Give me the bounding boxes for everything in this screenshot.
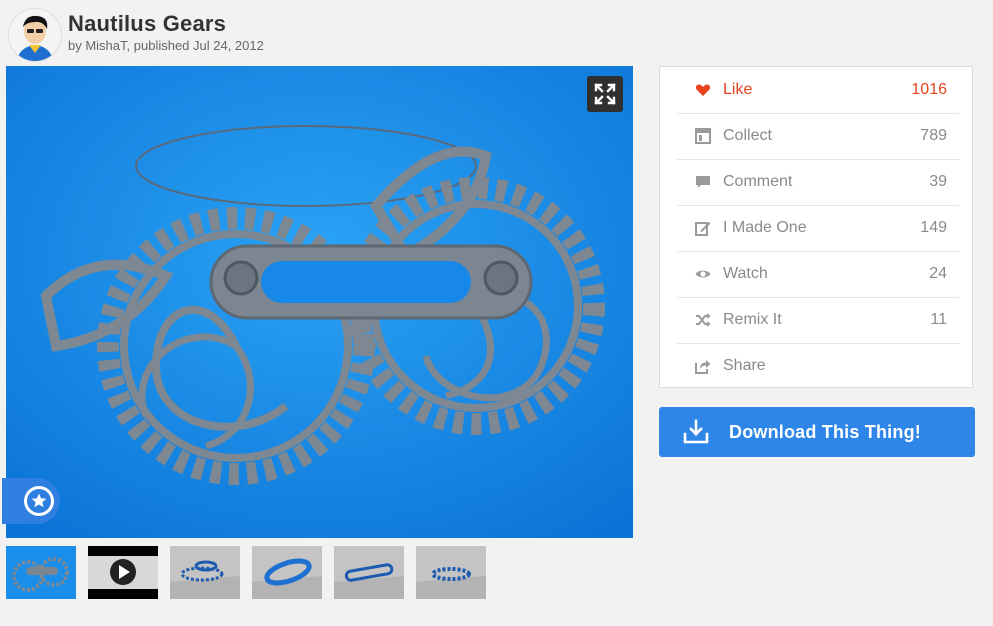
thumbnail-photo[interactable]	[6, 546, 76, 599]
published-date: , published Jul 24, 2012	[126, 38, 264, 53]
like-label: Like	[723, 81, 753, 98]
heart-icon	[695, 84, 711, 96]
thumbnail-strip	[6, 546, 506, 600]
made-one-count: 149	[920, 219, 947, 236]
comment-button[interactable]: Comment 39	[677, 159, 959, 206]
collect-label: Collect	[723, 127, 772, 144]
actions-panel: Like 1016 Collect 789 Comment 39 I Made …	[659, 66, 973, 388]
thing-title: Nautilus Gears	[68, 11, 227, 36]
download-button[interactable]: Download This Thing!	[659, 407, 975, 457]
like-button[interactable]: Like 1016	[677, 67, 959, 114]
like-count: 1016	[911, 81, 947, 98]
thumbnail-render-2[interactable]	[252, 546, 322, 599]
watch-label: Watch	[723, 265, 768, 282]
download-label: Download This Thing!	[729, 422, 921, 442]
share-button[interactable]: Share	[677, 343, 959, 389]
made-one-icon	[695, 222, 711, 236]
remix-label: Remix It	[723, 311, 782, 328]
byline-prefix: by	[68, 38, 86, 53]
collect-button[interactable]: Collect 789	[677, 113, 959, 160]
made-one-label: I Made One	[723, 219, 807, 236]
comment-label: Comment	[723, 173, 793, 190]
author-link[interactable]: MishaT	[85, 38, 126, 53]
avatar[interactable]	[8, 8, 62, 62]
thing-header: Nautilus Gears by MishaT, published Jul …	[8, 6, 608, 62]
collect-floating-button[interactable]	[2, 478, 60, 524]
expand-icon	[594, 83, 616, 105]
thumbnail-render-3[interactable]	[334, 546, 404, 599]
star-icon	[27, 489, 51, 513]
comment-count: 39	[929, 173, 947, 190]
remix-count: 11	[930, 311, 947, 328]
collect-count: 789	[920, 127, 947, 144]
star-badge	[24, 486, 54, 516]
download-icon	[683, 419, 709, 444]
watch-count: 24	[929, 265, 947, 282]
main-photo[interactable]	[6, 66, 633, 538]
expand-button[interactable]	[587, 76, 623, 112]
byline: by MishaT, published Jul 24, 2012	[68, 38, 264, 53]
collect-icon	[695, 128, 711, 144]
eye-icon	[695, 270, 711, 278]
thumbnail-render-4[interactable]	[416, 546, 486, 599]
comment-icon	[696, 176, 710, 188]
thumbnail-video[interactable]	[88, 546, 158, 599]
made-one-button[interactable]: I Made One 149	[677, 205, 959, 252]
share-icon	[695, 360, 711, 374]
remix-button[interactable]: Remix It 11	[677, 297, 959, 344]
share-label: Share	[723, 357, 766, 374]
watch-button[interactable]: Watch 24	[677, 251, 959, 298]
thumbnail-render-1[interactable]	[170, 546, 240, 599]
shuffle-icon	[696, 313, 711, 327]
